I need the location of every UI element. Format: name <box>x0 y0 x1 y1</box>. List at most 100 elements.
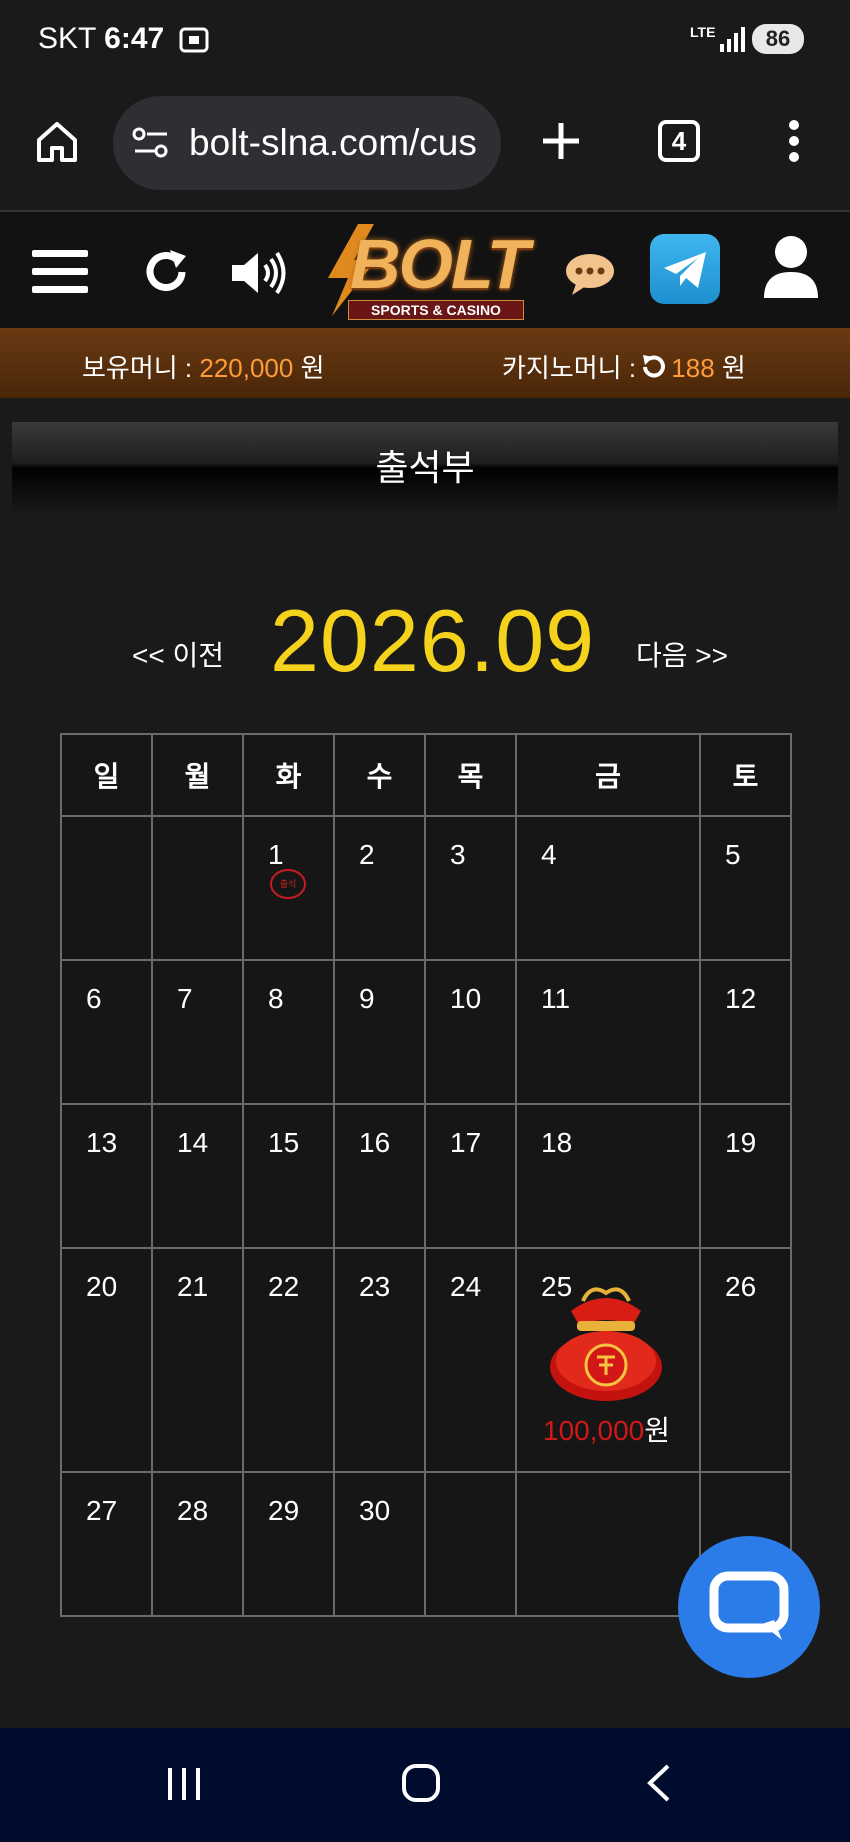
system-navigation-bar <box>0 1728 850 1842</box>
menu-kebab-icon[interactable] <box>784 118 804 169</box>
weekday-sun: 일 <box>60 733 153 817</box>
weekday-sat: 토 <box>699 733 792 817</box>
next-month-link[interactable]: 다음 >> <box>636 634 728 674</box>
logo-text: BOLT <box>350 225 529 303</box>
current-month: 2026.09 <box>270 591 596 690</box>
calendar-day <box>151 815 244 961</box>
url-text: bolt-slna.com/cus <box>189 122 477 163</box>
calendar-week: 1 출석 2 3 4 5 <box>60 815 792 961</box>
weekday-mon: 월 <box>151 733 244 817</box>
calendar-day[interactable]: 19 <box>699 1103 792 1249</box>
casino-refresh-icon[interactable] <box>639 353 667 388</box>
site-header: BOLT SPORTS & CASINO <box>0 210 850 328</box>
clock: 6:47 <box>104 22 165 55</box>
calendar-day[interactable]: 27 <box>60 1471 153 1617</box>
refresh-icon[interactable] <box>140 246 192 303</box>
chat-icon <box>709 1571 789 1640</box>
calendar-day[interactable]: 22 <box>242 1247 335 1473</box>
reward-amount: 100,000원 <box>543 1409 670 1449</box>
calendar-week: 20 21 22 23 24 25 100,000원 26 <box>60 1247 792 1473</box>
screenshot-icon <box>178 26 210 59</box>
telegram-icon[interactable] <box>650 234 720 304</box>
calendar-day[interactable]: 6 <box>60 959 153 1105</box>
live-chat-button[interactable] <box>678 1536 820 1678</box>
month-navigation: << 이전 2026.09 다음 >> <box>0 580 850 700</box>
held-money-value: 220,000 <box>199 353 294 383</box>
network-type: LTE <box>690 24 716 40</box>
calendar-day[interactable]: 7 <box>151 959 244 1105</box>
calendar-day[interactable]: 14 <box>151 1103 244 1249</box>
page-title: 출석부 <box>12 422 838 514</box>
recent-apps-icon[interactable] <box>164 1764 204 1809</box>
calendar-day[interactable]: 29 <box>242 1471 335 1617</box>
calendar-day[interactable]: 10 <box>424 959 517 1105</box>
logo-subtitle: SPORTS & CASINO <box>348 300 524 320</box>
calendar-day[interactable]: 5 <box>699 815 792 961</box>
calendar-day[interactable]: 8 <box>242 959 335 1105</box>
weekday-wed: 수 <box>333 733 426 817</box>
balance-bar: 보유머니 : 220,000 원 카지노머니 : 188 원 <box>0 328 850 398</box>
held-money: 보유머니 : 220,000 원 <box>82 348 325 385</box>
sound-icon[interactable] <box>230 250 288 301</box>
site-settings-icon[interactable] <box>131 126 171 165</box>
calendar-day[interactable]: 28 <box>151 1471 244 1617</box>
casino-money-value: 188 <box>671 353 715 383</box>
address-bar[interactable]: bolt-slna.com/cus <box>113 96 501 190</box>
calendar-day[interactable]: 13 <box>60 1103 153 1249</box>
calendar-day[interactable]: 3 <box>424 815 517 961</box>
calendar-week: 6 7 8 9 10 11 12 <box>60 959 792 1105</box>
calendar-day <box>60 815 153 961</box>
calendar-day-attended[interactable]: 1 출석 <box>242 815 335 961</box>
calendar-day[interactable]: 26 <box>699 1247 792 1473</box>
reward-unit: 원 <box>644 1415 670 1446</box>
weekday-tue: 화 <box>242 733 335 817</box>
browser-toolbar: bolt-slna.com/cus 4 <box>0 80 850 208</box>
home-icon[interactable] <box>34 118 80 169</box>
calendar-day <box>515 1471 701 1617</box>
calendar-day <box>424 1471 517 1617</box>
casino-money-unit: 원 <box>714 353 746 383</box>
attendance-calendar: 일 월 화 수 목 금 토 1 출석 2 3 4 5 6 7 8 9 10 11… <box>60 733 792 1617</box>
held-money-label: 보유머니 : <box>82 353 200 383</box>
calendar-day-reward[interactable]: 25 100,000원 <box>515 1247 701 1473</box>
hamburger-menu-icon[interactable] <box>32 248 88 301</box>
weekday-thu: 목 <box>424 733 517 817</box>
new-tab-icon[interactable] <box>540 120 582 167</box>
calendar-day[interactable]: 17 <box>424 1103 517 1249</box>
calendar-day[interactable]: 18 <box>515 1103 701 1249</box>
battery-indicator: 86 <box>752 24 804 54</box>
reward-value: 100,000 <box>543 1415 645 1446</box>
day-number: 1 <box>268 839 284 870</box>
weekday-header: 일 월 화 수 목 금 토 <box>60 733 792 817</box>
calendar-day[interactable]: 21 <box>151 1247 244 1473</box>
home-button-icon[interactable] <box>400 1762 442 1809</box>
calendar-day[interactable]: 16 <box>333 1103 426 1249</box>
calendar-day[interactable]: 20 <box>60 1247 153 1473</box>
carrier-time: SKT 6:47 <box>38 22 164 56</box>
attendance-stamp: 출석 <box>270 869 306 899</box>
casino-money-label: 카지노머니 : <box>502 353 644 383</box>
site-logo[interactable]: BOLT SPORTS & CASINO <box>318 220 540 324</box>
user-profile-icon[interactable] <box>762 234 820 305</box>
calendar-week: 13 14 15 16 17 18 19 <box>60 1103 792 1249</box>
calendar-day[interactable]: 9 <box>333 959 426 1105</box>
status-bar: SKT 6:47 LTE 86 <box>0 0 850 80</box>
lucky-bag-icon <box>550 1287 662 1401</box>
calendar-day[interactable]: 30 <box>333 1471 426 1617</box>
calendar-day[interactable]: 11 <box>515 959 701 1105</box>
prev-month-link[interactable]: << 이전 <box>132 634 224 674</box>
weekday-fri: 금 <box>515 733 701 817</box>
back-icon[interactable] <box>644 1762 674 1809</box>
held-money-unit: 원 <box>293 353 325 383</box>
calendar-day[interactable]: 15 <box>242 1103 335 1249</box>
casino-money: 카지노머니 : 188 원 <box>502 348 746 388</box>
calendar-day[interactable]: 24 <box>424 1247 517 1473</box>
calendar-day[interactable]: 2 <box>333 815 426 961</box>
tab-switcher-button[interactable]: 4 <box>658 120 700 162</box>
carrier: SKT <box>38 22 96 55</box>
calendar-day[interactable]: 23 <box>333 1247 426 1473</box>
signal-icon <box>718 26 746 57</box>
chat-bubble-icon[interactable] <box>564 252 616 301</box>
calendar-day[interactable]: 4 <box>515 815 701 961</box>
calendar-day[interactable]: 12 <box>699 959 792 1105</box>
